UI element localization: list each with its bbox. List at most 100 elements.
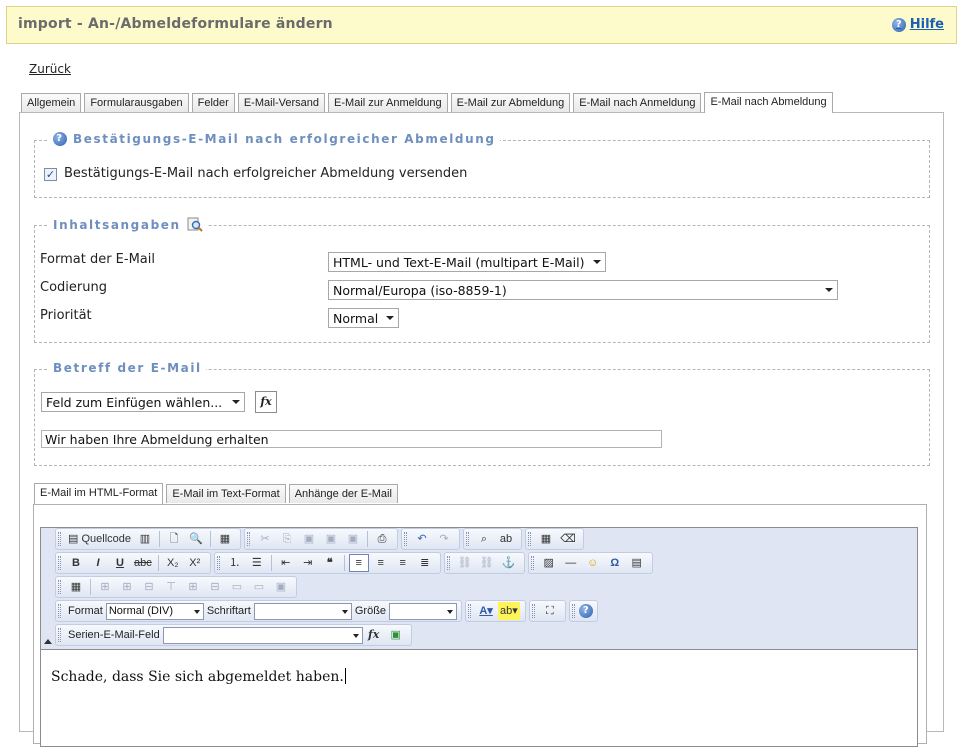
italic-icon[interactable]: I: [88, 554, 108, 572]
help-icon[interactable]: ?: [53, 132, 67, 146]
toolbar-grip: [58, 580, 61, 594]
bulleted-list-icon[interactable]: ☰: [247, 554, 267, 572]
outdent-icon[interactable]: ⇤: [276, 554, 296, 572]
page-break-icon[interactable]: ▤: [627, 554, 647, 572]
merge-fx-button[interactable]: fx: [364, 626, 384, 644]
cell-properties-icon[interactable]: ▣: [271, 578, 291, 596]
merge-cells-icon[interactable]: ▭: [227, 578, 247, 596]
insert-field-select[interactable]: Feld zum Einfügen wählen...: [41, 392, 245, 412]
new-page-icon[interactable]: 🗋: [164, 530, 184, 548]
indent-icon[interactable]: ⇥: [298, 554, 318, 572]
delete-row-icon[interactable]: ⊟: [139, 578, 159, 596]
tab-email-zur-abmeldung[interactable]: E-Mail zur Abmeldung: [450, 93, 571, 112]
select-all-icon[interactable]: ▦: [536, 530, 556, 548]
toolbar-group-paragraph: ⒈ ☰ ⇤ ⇥ ❝ ≡ ≡ ≡ ≣: [213, 552, 441, 574]
replace-icon[interactable]: ab: [496, 530, 516, 548]
toolbar-grip: [531, 604, 535, 618]
align-justify-icon[interactable]: ≣: [415, 554, 435, 572]
find-icon[interactable]: ⌕: [474, 530, 494, 548]
tab-text-format[interactable]: E-Mail im Text-Format: [166, 484, 286, 503]
format-select[interactable]: HTML- und Text-E-Mail (multipart E-Mail): [328, 252, 606, 272]
source-button[interactable]: ▤ Quellcode: [66, 530, 133, 548]
print-icon[interactable]: ⎙: [372, 530, 392, 548]
special-char-icon[interactable]: Ω: [605, 554, 625, 572]
back-link[interactable]: Zurück: [29, 62, 71, 76]
bold-icon[interactable]: B: [66, 554, 86, 572]
insert-column-icon[interactable]: ⊤: [161, 578, 181, 596]
align-left-icon[interactable]: ≡: [348, 554, 369, 572]
unlink-icon[interactable]: ⛓: [477, 554, 497, 572]
document-icon[interactable]: ▦: [215, 530, 235, 548]
smiley-icon[interactable]: ☺: [583, 554, 603, 572]
underline-icon[interactable]: U: [110, 554, 130, 572]
insert-field-fx-button[interactable]: fx: [255, 391, 277, 413]
confirmation-legend-text: Bestätigungs-E-Mail nach erfolgreicher A…: [73, 132, 496, 146]
source-button-label: Quellcode: [81, 533, 131, 545]
paste-icon[interactable]: ▣: [299, 530, 319, 548]
superscript-icon[interactable]: X²: [185, 554, 205, 572]
send-confirmation-label: Bestätigungs-E-Mail nach erfolgreicher A…: [64, 166, 468, 181]
link-icon[interactable]: ⛓: [455, 554, 475, 572]
toolbar-group-styles: Format Normal (DIV) Schriftart Größe: [55, 600, 463, 622]
blockquote-icon[interactable]: ❝: [320, 554, 340, 572]
help-link[interactable]: ? Hilfe: [891, 17, 944, 32]
subscript-icon[interactable]: X₂: [163, 554, 183, 572]
encoding-select[interactable]: Normal/Europa (iso-8859-1): [328, 280, 838, 300]
toolbar-grip: [528, 532, 531, 546]
tab-email-nach-anmeldung[interactable]: E-Mail nach Anmeldung: [573, 93, 702, 112]
maximize-icon[interactable]: ⛶: [540, 602, 560, 620]
text-caret: [344, 668, 346, 684]
tab-attachments[interactable]: Anhänge der E-Mail: [288, 484, 398, 503]
insert-merge-field-icon[interactable]: ▣: [386, 626, 406, 644]
templates-icon[interactable]: ▥: [135, 530, 155, 548]
undo-icon[interactable]: ↶: [412, 530, 432, 548]
horizontal-line-icon[interactable]: ―: [561, 554, 581, 572]
strikethrough-icon[interactable]: abc: [132, 554, 154, 572]
remove-format-icon[interactable]: ⌫: [558, 530, 578, 548]
insert-row-after-icon[interactable]: ⊞: [117, 578, 137, 596]
insert-column-after-icon[interactable]: ⊞: [183, 578, 203, 596]
tab-email-nach-abmeldung[interactable]: E-Mail nach Abmeldung: [704, 92, 833, 113]
tab-felder[interactable]: Felder: [191, 93, 235, 112]
tab-allgemein[interactable]: Allgemein: [21, 93, 82, 112]
chevron-down-icon: [386, 316, 394, 320]
numbered-list-icon[interactable]: ⒈: [225, 554, 245, 572]
help-label[interactable]: Hilfe: [910, 17, 944, 32]
image-icon[interactable]: ▨: [539, 554, 559, 572]
preview-icon[interactable]: 🔍: [186, 530, 206, 548]
merge-field-combo[interactable]: [162, 626, 363, 644]
anchor-icon[interactable]: ⚓: [499, 554, 519, 572]
split-cells-icon[interactable]: ▭: [249, 578, 269, 596]
subject-input[interactable]: Wir haben Ihre Abmeldung erhalten: [41, 430, 662, 448]
tab-email-zur-anmeldung[interactable]: E-Mail zur Anmeldung: [328, 93, 448, 112]
copy-icon[interactable]: ⎘: [277, 530, 297, 548]
about-icon[interactable]: ?: [578, 604, 593, 618]
background-color-icon[interactable]: ab▾: [498, 602, 520, 620]
paste-word-icon[interactable]: ▣: [343, 530, 363, 548]
chevron-down-icon: [825, 288, 833, 292]
collapse-toolbar-icon[interactable]: [44, 639, 52, 644]
table-icon[interactable]: ▦: [66, 578, 86, 596]
priority-select[interactable]: Normal: [328, 308, 399, 328]
paste-text-icon[interactable]: ▣: [321, 530, 341, 548]
size-combo[interactable]: [389, 602, 458, 620]
editor-tabs: E-Mail im HTML-Format E-Mail im Text-For…: [34, 483, 398, 504]
cut-icon[interactable]: ✂: [255, 530, 275, 548]
redo-icon[interactable]: ↷: [434, 530, 454, 548]
font-combo[interactable]: [253, 602, 352, 620]
insert-row-before-icon[interactable]: ⊞: [95, 578, 115, 596]
format-combo[interactable]: Normal (DIV): [105, 602, 204, 620]
magnifier-icon[interactable]: [187, 217, 203, 233]
tab-email-versand[interactable]: E-Mail-Versand: [237, 93, 326, 112]
editor-content-text[interactable]: Schade, dass Sie sich abgemeldet haben.: [51, 668, 346, 685]
encoding-label: Codierung: [40, 280, 107, 295]
send-confirmation-checkbox[interactable]: ✓: [44, 168, 57, 181]
align-right-icon[interactable]: ≡: [393, 554, 413, 572]
delete-column-icon[interactable]: ⊟: [205, 578, 225, 596]
tab-formularausgaben[interactable]: Formularausgaben: [84, 93, 189, 112]
text-color-icon[interactable]: A▾: [476, 602, 496, 620]
editor-content[interactable]: Schade, dass Sie sich abgemeldet haben.: [41, 651, 917, 746]
align-center-icon[interactable]: ≡: [371, 554, 391, 572]
tab-html-format[interactable]: E-Mail im HTML-Format: [34, 483, 164, 504]
toolbar-group-undo: ↶ ↷: [401, 528, 460, 550]
